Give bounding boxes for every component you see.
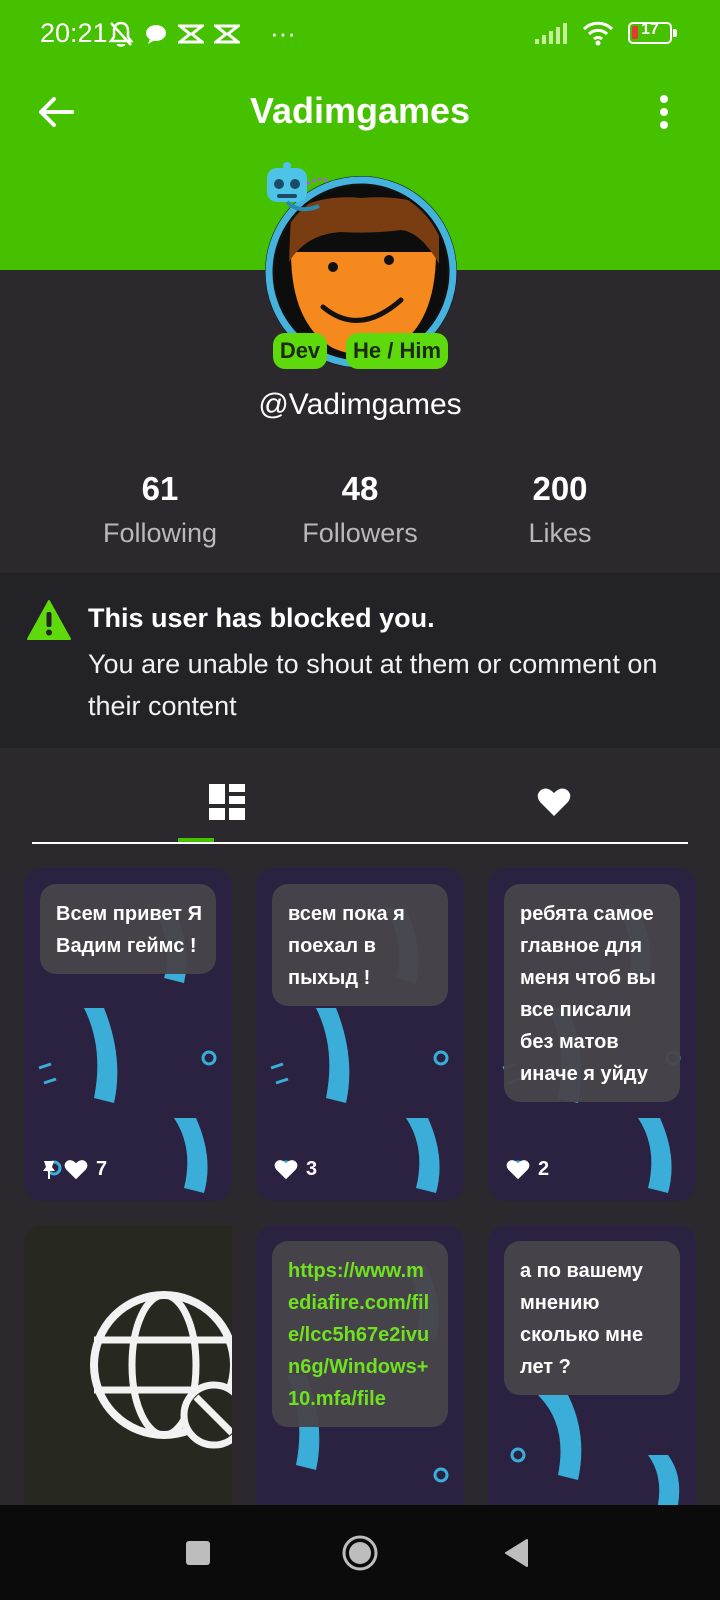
post-text: Всем привет Я Вадим геймс ! (40, 884, 216, 974)
blocked-notice: This user has blocked you. You are unabl… (0, 573, 720, 748)
chat-bubble-icon (146, 24, 166, 44)
dashboard-grid-icon (209, 784, 245, 820)
post-card[interactable]: https://www.mediafire.com/file/lcc5h67e2… (256, 1225, 464, 1505)
post-text: всем пока я поехал в пыхыд ! (272, 884, 448, 1006)
followers-label: Followers (302, 518, 418, 548)
square-icon (186, 1541, 210, 1565)
status-time: 20:21 (40, 18, 108, 48)
capcut-icon-2 (214, 24, 240, 43)
wifi-icon (582, 21, 614, 46)
profile-stats: 61 Following 48 Followers 200 Likes (0, 470, 720, 570)
triangle-back-icon (505, 1539, 528, 1567)
notice-title: This user has blocked you. (88, 603, 435, 633)
tab-posts[interactable] (137, 760, 317, 844)
active-tab-indicator (178, 838, 214, 842)
post-meta: 3 (274, 1158, 317, 1181)
system-icons: 17 (534, 20, 677, 46)
system-nav-bar (0, 1505, 720, 1600)
muted-bell-icon (108, 21, 134, 47)
profile-screen: 20:21 ··· 17 Vadimgames Dev He / Him @Va… (0, 0, 720, 1600)
heart-icon (537, 788, 571, 816)
likes-count: 200 (532, 470, 588, 507)
following-label: Following (102, 518, 218, 548)
page-title: Vadimgames (249, 90, 471, 131)
more-notifications-dots: ··· (270, 18, 296, 48)
following-stat[interactable]: 61 Following (60, 470, 260, 549)
followers-count: 48 (341, 470, 379, 507)
post-card[interactable]: всем пока я поехал в пыхыд ! 3 (256, 868, 464, 1201)
dev-badge: Dev (273, 333, 327, 369)
like-count: 7 (96, 1158, 108, 1180)
like-count: 2 (538, 1158, 550, 1180)
profile-tabs (32, 760, 688, 844)
back-nav-button[interactable] (494, 1531, 538, 1575)
post-card-image[interactable] (24, 1225, 232, 1505)
post-link-text[interactable]: https://www.mediafire.com/file/lcc5h67e2… (272, 1241, 448, 1427)
like-count: 3 (306, 1158, 318, 1180)
signal-icon (535, 23, 567, 44)
post-card[interactable]: ребята самое главное для меня чтоб вы вс… (488, 868, 696, 1201)
battery-icon: 17 (628, 21, 677, 44)
followers-stat[interactable]: 48 Followers (260, 470, 460, 549)
warning-icon (27, 600, 71, 640)
heart-icon (274, 1160, 298, 1180)
more-options-button[interactable] (644, 86, 684, 138)
battery-level: 17 (641, 21, 659, 38)
post-text: а по вашему мнению сколько мне лет ? (504, 1241, 680, 1395)
globe-offline-icon (24, 1225, 232, 1505)
likes-stat: 200 Likes (460, 470, 660, 549)
recents-button[interactable] (176, 1531, 220, 1575)
post-card[interactable]: а по вашему мнению сколько мне лет ? (488, 1225, 696, 1505)
pronoun-badge: He / Him (346, 333, 448, 369)
notice-body: You are unable to shout at them or comme… (88, 649, 658, 721)
heart-icon (506, 1160, 530, 1180)
more-vertical-icon (660, 95, 668, 129)
tab-liked[interactable] (464, 760, 644, 844)
capcut-icon (178, 24, 204, 43)
home-button[interactable] (338, 1531, 382, 1575)
post-meta: 2 (506, 1158, 549, 1181)
username-handle: @Vadimgames (258, 388, 462, 421)
post-meta: 7 (42, 1158, 107, 1181)
robot-decoration-icon (267, 162, 330, 212)
following-count: 61 (141, 470, 179, 507)
post-text: ребята самое главное для меня чтоб вы вс… (504, 884, 680, 1102)
notification-icons: ··· (108, 18, 296, 49)
heart-icon (64, 1160, 88, 1180)
likes-label: Likes (528, 518, 592, 548)
post-card[interactable]: Всем привет Я Вадим геймс ! 7 (24, 868, 232, 1201)
pin-icon (43, 1160, 55, 1179)
status-bar: 20:21 ··· 17 (0, 0, 720, 72)
home-circle-icon (342, 1535, 378, 1571)
